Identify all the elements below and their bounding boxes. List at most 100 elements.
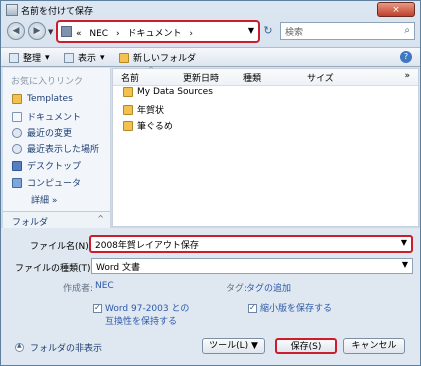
file-list-pane: ^ 名前 更新日時 種類 サイズ » My Data Sources 年賀状 筆… [112, 66, 419, 227]
double-chevron-icon: » [51, 196, 58, 206]
more-columns-button[interactable]: » [404, 71, 410, 81]
file-row[interactable]: 年賀状 [123, 103, 164, 116]
chevron-up-icon [15, 342, 24, 352]
help-icon[interactable]: ? [400, 51, 412, 63]
column-size[interactable]: サイズ [307, 71, 334, 84]
tag-label: タグ: [226, 284, 248, 294]
app-icon [6, 4, 18, 16]
breadcrumb-separator[interactable]: › [116, 29, 120, 39]
address-bar[interactable]: « NEC › ドキュメント › ▼ [56, 20, 260, 43]
address-dropdown-icon[interactable]: ▼ [248, 26, 254, 35]
folder-icon [123, 120, 133, 131]
author-value[interactable]: NEC [95, 281, 114, 291]
recent-places-icon [12, 143, 22, 154]
folder-location-icon [61, 26, 72, 37]
chevron-up-icon: ^ [97, 214, 104, 223]
chevron-down-icon: ▾ [45, 52, 50, 63]
thumbnail-label[interactable]: 縮小版を保存する [260, 301, 332, 314]
organize-button[interactable]: 整理 ▾ [9, 51, 50, 64]
cancel-button[interactable]: キャンセル [343, 338, 405, 354]
save-as-dialog: 名前を付けて保存 × ◀ ▶ ▼ « NEC › ドキュメント › ▼ ↻ 検索… [0, 0, 421, 366]
filetype-select[interactable]: Word 文書 ▼ [91, 258, 413, 274]
author-label: 作成者: [63, 284, 94, 294]
navigation-pane: お気に入りリンク Templates ドキュメント 最近の変更 最近表示した場所… [3, 68, 111, 228]
title-bar[interactable]: 名前を付けて保存 × [1, 1, 420, 20]
view-button[interactable]: 表示 ▾ [64, 51, 105, 64]
dialog-footer: フォルダの非表示 ツール(L) ▼ 保存(S) キャンセル [1, 331, 420, 363]
favorite-link-recent-changes[interactable]: 最近の変更 [12, 126, 72, 139]
filename-dropdown-icon[interactable]: ▼ [401, 238, 407, 247]
refresh-icon[interactable]: ↻ [260, 24, 276, 39]
favorite-link-recent-places[interactable]: 最近表示した場所 [12, 142, 99, 155]
breadcrumb[interactable]: « NEC › ドキュメント › [76, 26, 198, 39]
favorite-link-label: デスクトップ [27, 162, 82, 172]
file-name: My Data Sources [137, 87, 213, 97]
folder-icon [123, 104, 133, 115]
folder-icon [123, 87, 133, 97]
file-name: 筆ぐるめ [137, 122, 173, 132]
chevron-down-icon: ▼ [251, 341, 258, 351]
breadcrumb-item-documents[interactable]: ドキュメント [127, 29, 181, 39]
search-input[interactable]: 検索 [285, 25, 303, 38]
view-icon [64, 52, 74, 63]
navigation-bar: ◀ ▶ ▼ « NEC › ドキュメント › ▼ ↻ 検索 ⌕ [1, 20, 420, 47]
search-box[interactable]: 検索 ⌕ [280, 22, 415, 40]
column-type[interactable]: 種類 [243, 71, 261, 84]
file-row[interactable]: My Data Sources [123, 87, 213, 97]
favorite-link-label: 最近表示した場所 [27, 145, 100, 155]
desktop-icon [12, 160, 22, 171]
documents-icon [12, 111, 22, 122]
folders-label: フォルダ [12, 218, 49, 228]
favorite-link-documents[interactable]: ドキュメント [12, 110, 81, 123]
filename-field[interactable]: 2008年賀レイアウト保存 ▼ [89, 235, 413, 253]
filetype-value: Word 文書 [96, 263, 140, 273]
more-links-label: 詳細 [31, 196, 50, 206]
filetype-dropdown-icon[interactable]: ▼ [402, 260, 408, 269]
search-icon[interactable]: ⌕ [404, 25, 410, 36]
sort-ascending-icon: ^ [148, 66, 154, 74]
column-headers: ^ 名前 更新日時 種類 サイズ » [113, 66, 418, 86]
view-label: 表示 [78, 54, 97, 64]
organize-label: 整理 [23, 54, 42, 64]
more-links-button[interactable]: 詳細 » [31, 193, 57, 206]
favorite-link-label: Templates [27, 94, 73, 104]
back-button[interactable]: ◀ [7, 22, 25, 40]
chevron-down-icon: ▾ [100, 52, 105, 63]
filename-label: ファイル名(N): [30, 242, 92, 252]
compatibility-checkbox[interactable] [93, 303, 102, 313]
folders-toggle[interactable]: フォルダ ^ [3, 211, 110, 228]
breadcrumb-overflow[interactable]: « [76, 29, 82, 39]
recent-changes-icon [12, 127, 22, 138]
compatibility-label-line-1[interactable]: Word 97-2003 との [105, 301, 189, 314]
breadcrumb-item-nec[interactable]: NEC [89, 29, 108, 39]
hide-folders-label: フォルダの非表示 [30, 344, 103, 354]
hide-folders-button[interactable]: フォルダの非表示 [15, 341, 102, 354]
filetype-label: ファイルの種類(T): [15, 264, 94, 274]
history-dropdown-icon[interactable]: ▼ [48, 28, 53, 36]
new-folder-button[interactable]: 新しいフォルダ [119, 51, 196, 64]
save-options-panel: ファイル名(N): 2008年賀レイアウト保存 ▼ ファイルの種類(T): Wo… [1, 228, 420, 365]
new-folder-label: 新しいフォルダ [133, 54, 197, 64]
forward-button[interactable]: ▶ [28, 22, 46, 40]
favorite-link-templates[interactable]: Templates [12, 94, 73, 104]
compatibility-label-line-2[interactable]: 互換性を保持する [105, 314, 177, 327]
new-folder-icon [119, 52, 129, 63]
organize-icon [9, 52, 19, 63]
favorite-link-desktop[interactable]: デスクトップ [12, 159, 81, 172]
folder-icon [12, 94, 22, 104]
breadcrumb-separator[interactable]: › [189, 29, 193, 39]
favorite-link-computer[interactable]: コンピュータ [12, 176, 81, 189]
column-date-modified[interactable]: 更新日時 [183, 71, 219, 84]
tools-button[interactable]: ツール(L) ▼ [202, 338, 265, 354]
file-row[interactable]: 筆ぐるめ [123, 119, 173, 132]
save-button[interactable]: 保存(S) [275, 338, 337, 354]
favorite-link-label: コンピュータ [27, 179, 82, 189]
filename-input[interactable]: 2008年賀レイアウト保存 [95, 238, 199, 251]
thumbnail-checkbox[interactable] [248, 303, 257, 313]
window-title: 名前を付けて保存 [21, 7, 94, 17]
close-button[interactable]: × [377, 2, 415, 17]
favorite-link-label: 最近の変更 [27, 129, 73, 139]
column-name[interactable]: 名前 [121, 71, 139, 84]
tools-label: ツール(L) [209, 341, 249, 351]
tag-value[interactable]: タグの追加 [246, 281, 291, 294]
